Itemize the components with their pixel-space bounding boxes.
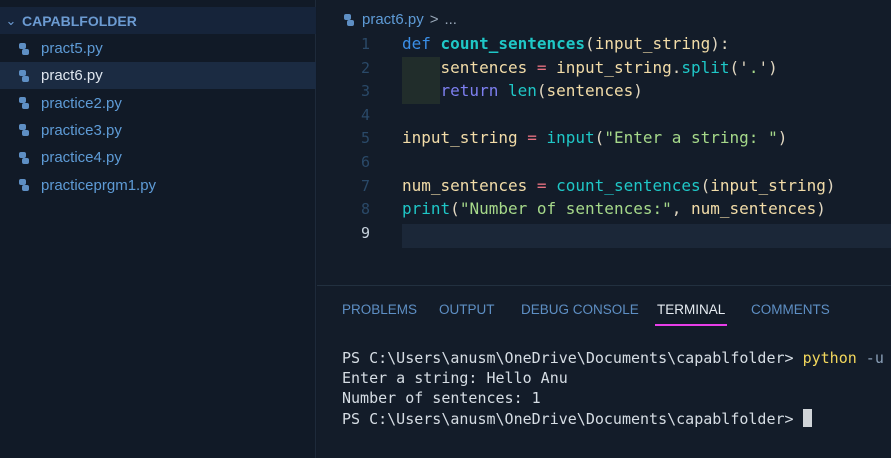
code-token: input [546, 128, 595, 148]
code-token: ): [710, 34, 730, 53]
code-token: print [402, 199, 451, 219]
code-token: split [681, 57, 730, 77]
code-token: "Enter a string: " [604, 128, 778, 148]
code-token: ( [536, 81, 547, 101]
file-item[interactable]: practiceprgm1.py [0, 172, 316, 199]
code-token: , [671, 199, 691, 219]
line-number: 8 [360, 200, 370, 219]
explorer-sidebar: ⌄ CAPABLFOLDER pract5.py pract6.py practice… [0, 0, 316, 458]
breadcrumb-symbols[interactable]: ... [444, 11, 457, 28]
file-name: practice2.py [41, 94, 122, 112]
code-token: num_sentences [691, 199, 817, 219]
file-name: practice3.py [41, 121, 122, 139]
code-token: sentences [546, 81, 634, 101]
panel-tab-terminal[interactable]: TERMINAL [654, 302, 728, 326]
code-token: len [507, 81, 537, 101]
terminal-line: Enter a string: Hello Anu [342, 369, 568, 387]
file-item[interactable]: pract6.py [0, 62, 316, 90]
code-line[interactable]: def count_sentences(input_string): [402, 34, 730, 53]
code-token: input_string [710, 175, 826, 195]
python-file-icon [19, 97, 29, 110]
code-token: sentences [440, 57, 528, 77]
code-token: = [527, 175, 557, 195]
file-name: practiceprgm1.py [41, 176, 157, 194]
breadcrumb-file[interactable]: pract6.py [362, 11, 424, 28]
code-token: ') [758, 57, 778, 77]
line-number: 6 [360, 153, 370, 171]
python-file-icon [344, 13, 354, 26]
panel-tab-problems[interactable]: PROBLEMS [342, 302, 417, 317]
code-token: ) [777, 128, 788, 148]
code-token: ) [633, 81, 643, 101]
folder-name: CAPABLFOLDER [22, 12, 137, 29]
code-token: ( [585, 34, 595, 53]
code-line[interactable]: print("Number of sentences:", num_senten… [402, 199, 826, 218]
python-file-icon [19, 179, 29, 191]
terminal-line: PS C:\Users\anusm\OneDrive\Documents\cap… [342, 349, 884, 367]
code-token: return [440, 81, 499, 101]
panel-tab-debug-console[interactable]: DEBUG CONSOLE [521, 302, 639, 317]
breadcrumb[interactable]: pract6.py > ... [342, 11, 457, 28]
breadcrumb-separator: > [429, 11, 439, 28]
file-name: practice4.py [41, 149, 122, 167]
python-file-icon [19, 42, 29, 55]
code-token: "Number of sentences:" [459, 199, 672, 219]
code-token: . [671, 57, 682, 77]
code-line[interactable]: num_sentences = count_sentences(input_st… [402, 176, 836, 195]
file-item[interactable]: practice4.py [0, 144, 316, 171]
folder-header[interactable]: ⌄ CAPABLFOLDER [0, 7, 316, 34]
code-token: def [402, 34, 431, 53]
code-token: count_sentences [440, 34, 586, 53]
file-item[interactable]: practice2.py [0, 90, 316, 117]
python-file-icon [19, 69, 29, 82]
python-file-icon [19, 151, 29, 164]
file-name: pract5.py [41, 40, 103, 57]
line-number: 9 [360, 223, 370, 242]
line-number: 4 [360, 105, 370, 124]
chevron-down-icon: ⌄ [5, 12, 17, 28]
code-token: ( [700, 175, 711, 195]
panel-tab-comments[interactable]: COMMENTS [751, 302, 830, 317]
code-line[interactable]: return len(sentences) [402, 81, 643, 100]
line-number: 5 [360, 129, 370, 148]
code-token: (' [729, 57, 749, 77]
code-token: num_sentences [402, 175, 528, 195]
code-line[interactable]: input_string = input("Enter a string: ") [402, 128, 787, 147]
panel-tab-output[interactable]: OUTPUT [439, 302, 495, 317]
terminal-cursor [802, 409, 812, 427]
code-token: input_string [556, 57, 672, 77]
line-number: 7 [360, 176, 370, 195]
line-number: 2 [360, 58, 370, 77]
code-token: input_string [402, 128, 518, 148]
code-line[interactable]: sentences = input_string.split('.') [402, 58, 778, 77]
file-item[interactable]: practice3.py [0, 117, 316, 144]
terminal-line: Number of sentences: 1 [342, 389, 541, 407]
code-token: = [527, 57, 557, 77]
line-number: 3 [360, 82, 370, 101]
code-token: ) [825, 175, 836, 195]
code-token: input_string [594, 34, 711, 53]
code-token: ( [450, 199, 460, 219]
code-token: count_sentences [556, 175, 701, 195]
code-token: = [517, 128, 547, 148]
python-file-icon [19, 124, 29, 137]
code-token: ) [816, 199, 826, 219]
file-item[interactable]: pract5.py [0, 35, 316, 62]
current-line-highlight [402, 224, 891, 248]
file-name: pract6.py [41, 67, 103, 85]
terminal-input[interactable]: PS C:\Users\anusm\OneDrive\Documents\cap… [342, 409, 812, 428]
code-token: . [748, 57, 759, 77]
code-token: ( [594, 128, 605, 148]
line-number: 1 [360, 35, 370, 53]
